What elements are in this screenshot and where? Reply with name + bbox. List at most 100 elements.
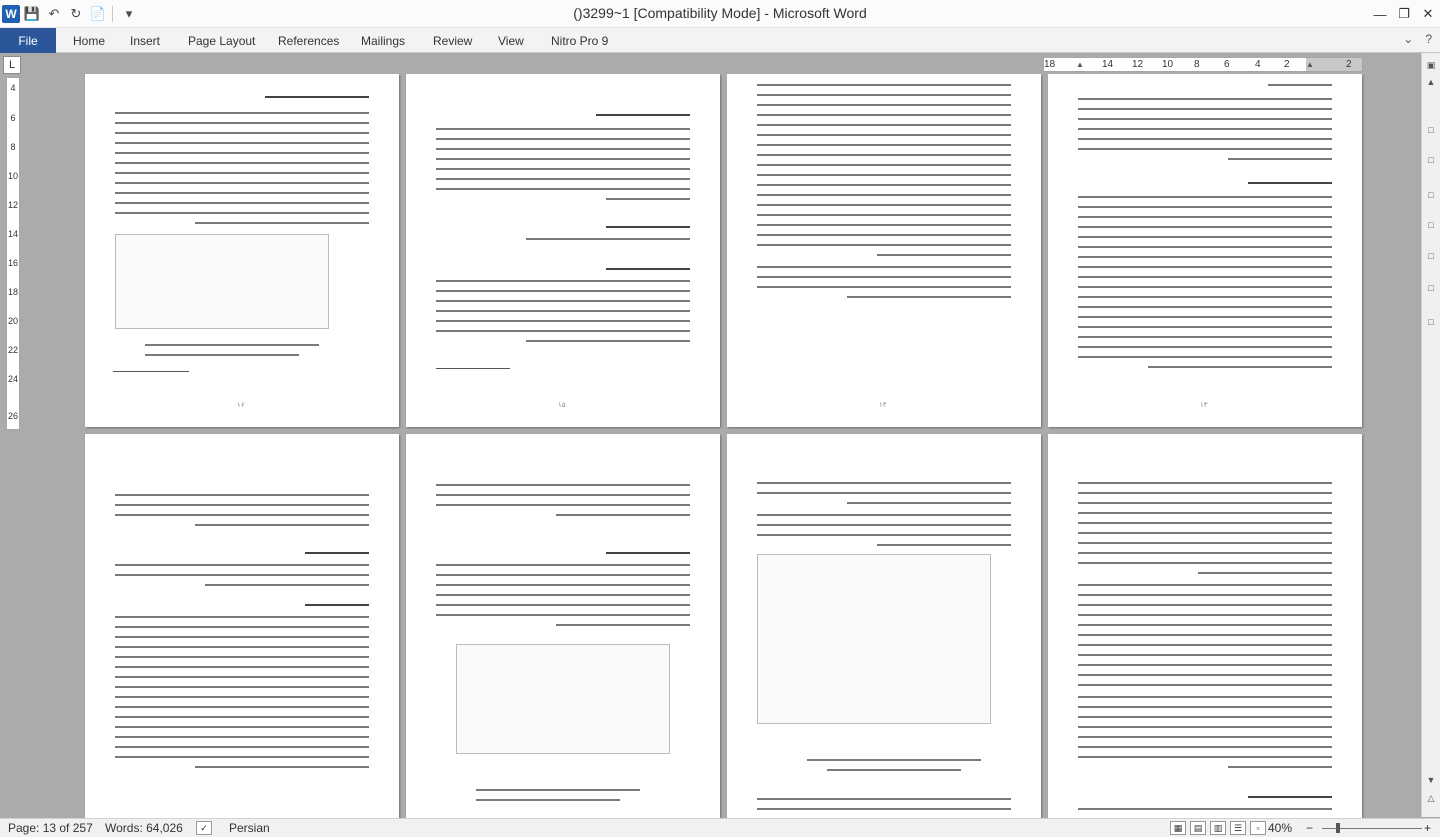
- text-line: [757, 276, 1011, 278]
- document-page[interactable]: ۱۳: [1048, 74, 1362, 427]
- text-line: [1078, 316, 1332, 318]
- text-line: [436, 290, 690, 292]
- text-line: [757, 114, 1011, 116]
- indent-marker-icon[interactable]: ▲: [1076, 58, 1084, 71]
- text-line: [1078, 562, 1332, 564]
- text-line: [757, 164, 1011, 166]
- footnote-line: [436, 368, 510, 369]
- tab-review[interactable]: Review: [433, 28, 472, 53]
- text-line: [115, 716, 369, 718]
- tab-nitro-pro[interactable]: Nitro Pro 9: [551, 28, 608, 53]
- text-line: [436, 128, 690, 130]
- web-layout-icon[interactable]: ▥: [1210, 821, 1226, 835]
- outline-icon[interactable]: ☰: [1230, 821, 1246, 835]
- vertical-ruler[interactable]: 4 6 8 10 12 14 16 18 20 22 24 26: [6, 77, 20, 430]
- tab-references[interactable]: References: [278, 28, 339, 53]
- text-line: [1078, 236, 1332, 238]
- text-line: [115, 564, 369, 566]
- text-line: [1078, 532, 1332, 534]
- document-page[interactable]: [727, 434, 1041, 818]
- ruler-tick: 6: [10, 113, 16, 123]
- tab-view[interactable]: View: [498, 28, 524, 53]
- ruler-tick: 18: [7, 287, 18, 297]
- ruler-tick: 2: [1346, 59, 1352, 70]
- document-page[interactable]: ۱۵: [406, 74, 720, 427]
- document-canvas[interactable]: ۱۶ ۱۵ ۱۴ ۱۳: [22, 74, 1420, 818]
- tab-selector[interactable]: L: [3, 56, 21, 74]
- text-line: [807, 759, 981, 761]
- close-icon[interactable]: ✕: [1416, 0, 1440, 28]
- text-line: [115, 646, 369, 648]
- text-line: [877, 254, 1011, 256]
- text-line: [436, 138, 690, 140]
- tab-insert[interactable]: Insert: [130, 28, 160, 53]
- minimize-icon[interactable]: —: [1368, 0, 1392, 28]
- heading-line: [606, 226, 690, 228]
- print-layout-icon[interactable]: ▦: [1170, 821, 1186, 835]
- tab-home[interactable]: Home: [73, 28, 105, 53]
- tab-page-layout[interactable]: Page Layout: [188, 28, 255, 53]
- expand-ribbon-icon[interactable]: ⌄: [1403, 32, 1413, 46]
- text-line: [436, 188, 690, 190]
- ruler-tick: 2: [1284, 59, 1290, 70]
- text-line: [436, 574, 690, 576]
- heading-line: [606, 268, 690, 270]
- text-line: [1078, 512, 1332, 514]
- full-screen-reading-icon[interactable]: ▤: [1190, 821, 1206, 835]
- text-line: [757, 104, 1011, 106]
- right-sidebar: ▣ ▲ □ □ □ □ □ □ □ ▼ △: [1421, 53, 1440, 817]
- indent-marker-icon[interactable]: ▲: [1306, 58, 1314, 71]
- zoom-in-button[interactable]: +: [1424, 821, 1431, 835]
- text-line: [1078, 716, 1332, 718]
- text-line: [757, 194, 1011, 196]
- text-line: [757, 154, 1011, 156]
- ruler-tick: 6: [1224, 59, 1230, 70]
- text-line: [556, 514, 690, 516]
- draft-icon[interactable]: ▫: [1250, 821, 1266, 835]
- text-line: [115, 696, 369, 698]
- text-line: [1078, 664, 1332, 666]
- text-line: [115, 756, 369, 758]
- restore-icon[interactable]: ❐: [1392, 0, 1416, 28]
- page-count[interactable]: Page: 13 of 257: [8, 821, 93, 835]
- prev-page-icon[interactable]: △: [1424, 791, 1438, 805]
- word-count[interactable]: Words: 64,026: [105, 821, 183, 835]
- text-line: [1078, 356, 1332, 358]
- document-page[interactable]: ۱۴: [727, 74, 1041, 427]
- text-line: [115, 212, 369, 214]
- text-line: [115, 172, 369, 174]
- language-indicator[interactable]: Persian: [229, 821, 270, 835]
- proofing-icon[interactable]: ✓: [196, 821, 212, 835]
- document-page[interactable]: [85, 434, 399, 818]
- tab-mailings[interactable]: Mailings: [361, 28, 405, 53]
- heading-line: [305, 552, 369, 554]
- scroll-up-icon[interactable]: ▲: [1424, 75, 1438, 89]
- document-page[interactable]: [1048, 434, 1362, 818]
- horizontal-ruler[interactable]: 18 ▲ 14 12 10 8 6 4 2 ▲ 2: [1043, 57, 1363, 72]
- text-line: [1078, 98, 1332, 100]
- text-line: [115, 636, 369, 638]
- zoom-level[interactable]: 40%: [1268, 821, 1292, 835]
- ruler-tick: 10: [1162, 59, 1174, 70]
- text-line: [757, 224, 1011, 226]
- text-line: [436, 148, 690, 150]
- zoom-slider-thumb[interactable]: [1336, 823, 1340, 833]
- text-line: [145, 344, 319, 346]
- tab-file[interactable]: File: [0, 28, 56, 53]
- view-ruler-icon[interactable]: ▣: [1424, 58, 1438, 72]
- text-line: [436, 504, 690, 506]
- text-line: [115, 494, 369, 496]
- text-line: [1078, 584, 1332, 586]
- text-line: [757, 244, 1011, 246]
- text-line: [1228, 158, 1332, 160]
- document-page[interactable]: [406, 434, 720, 818]
- map-figure: [115, 234, 329, 329]
- text-line: [757, 286, 1011, 288]
- text-line: [1148, 366, 1332, 368]
- document-page[interactable]: ۱۶: [85, 74, 399, 427]
- scroll-down-icon[interactable]: ▼: [1424, 773, 1438, 787]
- zoom-out-button[interactable]: −: [1306, 821, 1313, 835]
- text-line: [847, 502, 1011, 504]
- help-icon[interactable]: ?: [1425, 32, 1432, 46]
- text-line: [1078, 246, 1332, 248]
